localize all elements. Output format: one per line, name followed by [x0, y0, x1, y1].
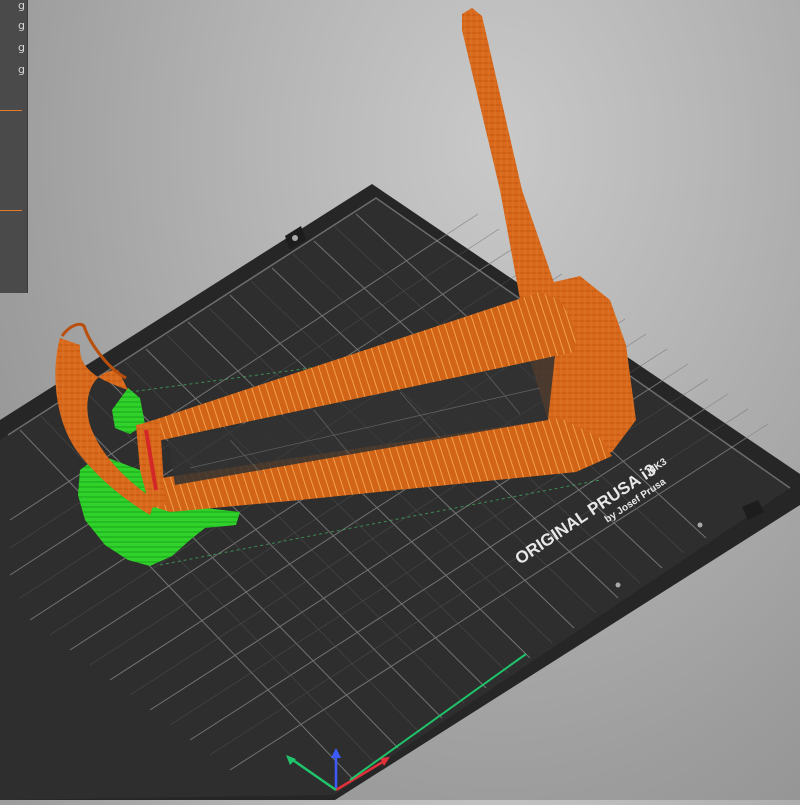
legend-row: g [18, 63, 25, 76]
legend-divider [0, 110, 22, 111]
layer-legend-panel: g g g g [0, 0, 28, 293]
scene-canvas[interactable]: ORIGINAL PRUSA i3 MK3 by Josef Prusa [0, 0, 800, 800]
legend-row: g [18, 0, 25, 12]
3d-viewport[interactable]: ORIGINAL PRUSA i3 MK3 by Josef Prusa [0, 0, 800, 800]
legend-row: g [18, 41, 25, 54]
legend-row: g [18, 19, 25, 32]
legend-divider [0, 210, 22, 211]
